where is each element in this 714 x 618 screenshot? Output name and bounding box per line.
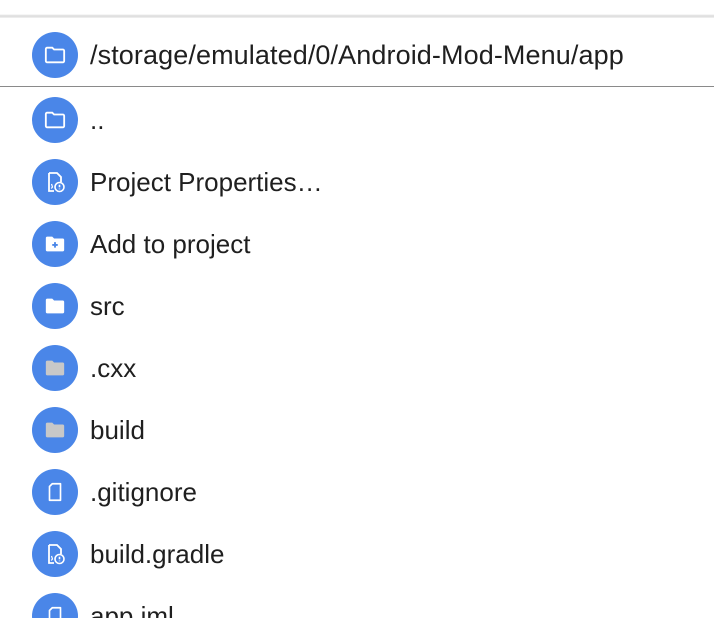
list-item-file-build-gradle[interactable]: build.gradle xyxy=(0,523,714,585)
file-outline-icon xyxy=(32,593,78,618)
folder-plus-icon xyxy=(32,221,78,267)
folder-gray-icon xyxy=(32,407,78,453)
list-item-label: app.iml xyxy=(90,600,174,618)
folder-outline-icon xyxy=(32,32,78,78)
file-list: .. Project Properties… Add to project sr… xyxy=(0,89,714,618)
list-item-file-gitignore[interactable]: .gitignore xyxy=(0,461,714,523)
list-item-project-properties[interactable]: Project Properties… xyxy=(0,151,714,213)
file-settings-icon xyxy=(32,531,78,577)
list-item-label: build.gradle xyxy=(90,538,225,569)
file-browser-panel: /storage/emulated/0/Android-Mod-Menu/app… xyxy=(0,0,714,618)
list-item-folder-cxx[interactable]: .cxx xyxy=(0,337,714,399)
folder-outline-icon xyxy=(32,97,78,143)
list-item-label: Project Properties… xyxy=(90,166,323,197)
list-item-label: Add to project xyxy=(90,228,251,259)
list-item-file-app-iml[interactable]: app.iml xyxy=(0,585,714,618)
folder-white-icon xyxy=(32,283,78,329)
list-item-label: .cxx xyxy=(90,352,137,383)
file-outline-icon xyxy=(32,469,78,515)
list-item-add-to-project[interactable]: Add to project xyxy=(0,213,714,275)
list-item-parent-directory[interactable]: .. xyxy=(0,89,714,151)
list-item-folder-build[interactable]: build xyxy=(0,399,714,461)
current-path-text: /storage/emulated/0/Android-Mod-Menu/app xyxy=(90,39,624,70)
current-path-header: /storage/emulated/0/Android-Mod-Menu/app xyxy=(0,24,714,87)
list-item-folder-src[interactable]: src xyxy=(0,275,714,337)
list-item-label: src xyxy=(90,290,125,321)
list-item-label: .gitignore xyxy=(90,476,197,507)
list-item-label: build xyxy=(90,414,145,445)
list-item-label: .. xyxy=(90,104,105,135)
folder-gray-icon xyxy=(32,345,78,391)
toolbar-shadow xyxy=(0,0,714,18)
file-settings-icon xyxy=(32,159,78,205)
